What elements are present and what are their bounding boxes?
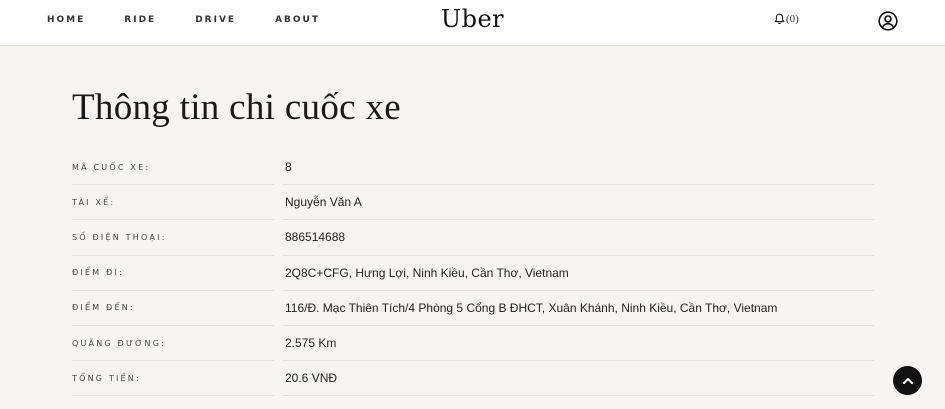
detail-value: 2.575 Km bbox=[283, 326, 874, 362]
detail-label: Mã cuốc xe: bbox=[72, 150, 274, 186]
bell-icon bbox=[774, 13, 785, 25]
top-navbar: HOME RIDE DRIVE ABOUT Uber (0) bbox=[0, 0, 945, 46]
detail-label: Tài xế: bbox=[72, 185, 274, 221]
detail-row-dropoff: Điểm đến: 116/Đ. Mạc Thiên Tích/4 Phòng … bbox=[72, 291, 874, 326]
brand-logo[interactable]: Uber bbox=[441, 5, 504, 33]
detail-row-driver: Tài xế: Nguyễn Văn A bbox=[72, 185, 874, 221]
notification-count: (0) bbox=[786, 13, 799, 25]
detail-value: 20.6 VNĐ bbox=[283, 361, 874, 397]
main-nav: HOME RIDE DRIVE ABOUT bbox=[47, 15, 359, 25]
detail-value: 2Q8C+CFG, Hưng Lợi, Ninh Kiều, Cần Thơ, … bbox=[283, 256, 874, 291]
detail-row-distance: Quãng đường: 2.575 Km bbox=[72, 326, 874, 362]
notifications-button[interactable]: (0) bbox=[774, 13, 799, 25]
detail-label: Số điện thoại: bbox=[72, 220, 274, 256]
scroll-to-top-button[interactable] bbox=[893, 366, 922, 395]
nav-drive-link[interactable]: DRIVE bbox=[195, 15, 236, 25]
detail-label: Điểm đến: bbox=[72, 291, 274, 326]
nav-ride-link[interactable]: RIDE bbox=[124, 15, 156, 25]
detail-row-pickup: Điểm đi: 2Q8C+CFG, Hưng Lợi, Ninh Kiều, … bbox=[72, 256, 874, 291]
detail-label: Điểm đi: bbox=[72, 256, 274, 291]
detail-label: Quãng đường: bbox=[72, 326, 274, 362]
user-circle-icon bbox=[878, 11, 898, 31]
ride-details-table: Mã cuốc xe: 8 Tài xế: Nguyễn Văn A Số đi… bbox=[72, 150, 874, 397]
detail-label: Tổng tiền: bbox=[72, 361, 274, 397]
detail-value: 886514688 bbox=[283, 220, 874, 256]
nav-home-link[interactable]: HOME bbox=[47, 15, 85, 25]
account-button[interactable] bbox=[878, 11, 898, 36]
detail-value: Nguyễn Văn A bbox=[283, 185, 874, 221]
detail-row-phone: Số điện thoại: 886514688 bbox=[72, 220, 874, 256]
detail-row-total: Tổng tiền: 20.6 VNĐ bbox=[72, 361, 874, 397]
detail-row-ride-id: Mã cuốc xe: 8 bbox=[72, 150, 874, 186]
nav-about-link[interactable]: ABOUT bbox=[275, 15, 320, 25]
chevron-up-icon bbox=[902, 377, 913, 384]
detail-value: 116/Đ. Mạc Thiên Tích/4 Phòng 5 Cổng B Đ… bbox=[283, 291, 874, 326]
detail-value: 8 bbox=[283, 150, 874, 186]
page-title: Thông tin chi cuốc xe bbox=[72, 87, 401, 128]
